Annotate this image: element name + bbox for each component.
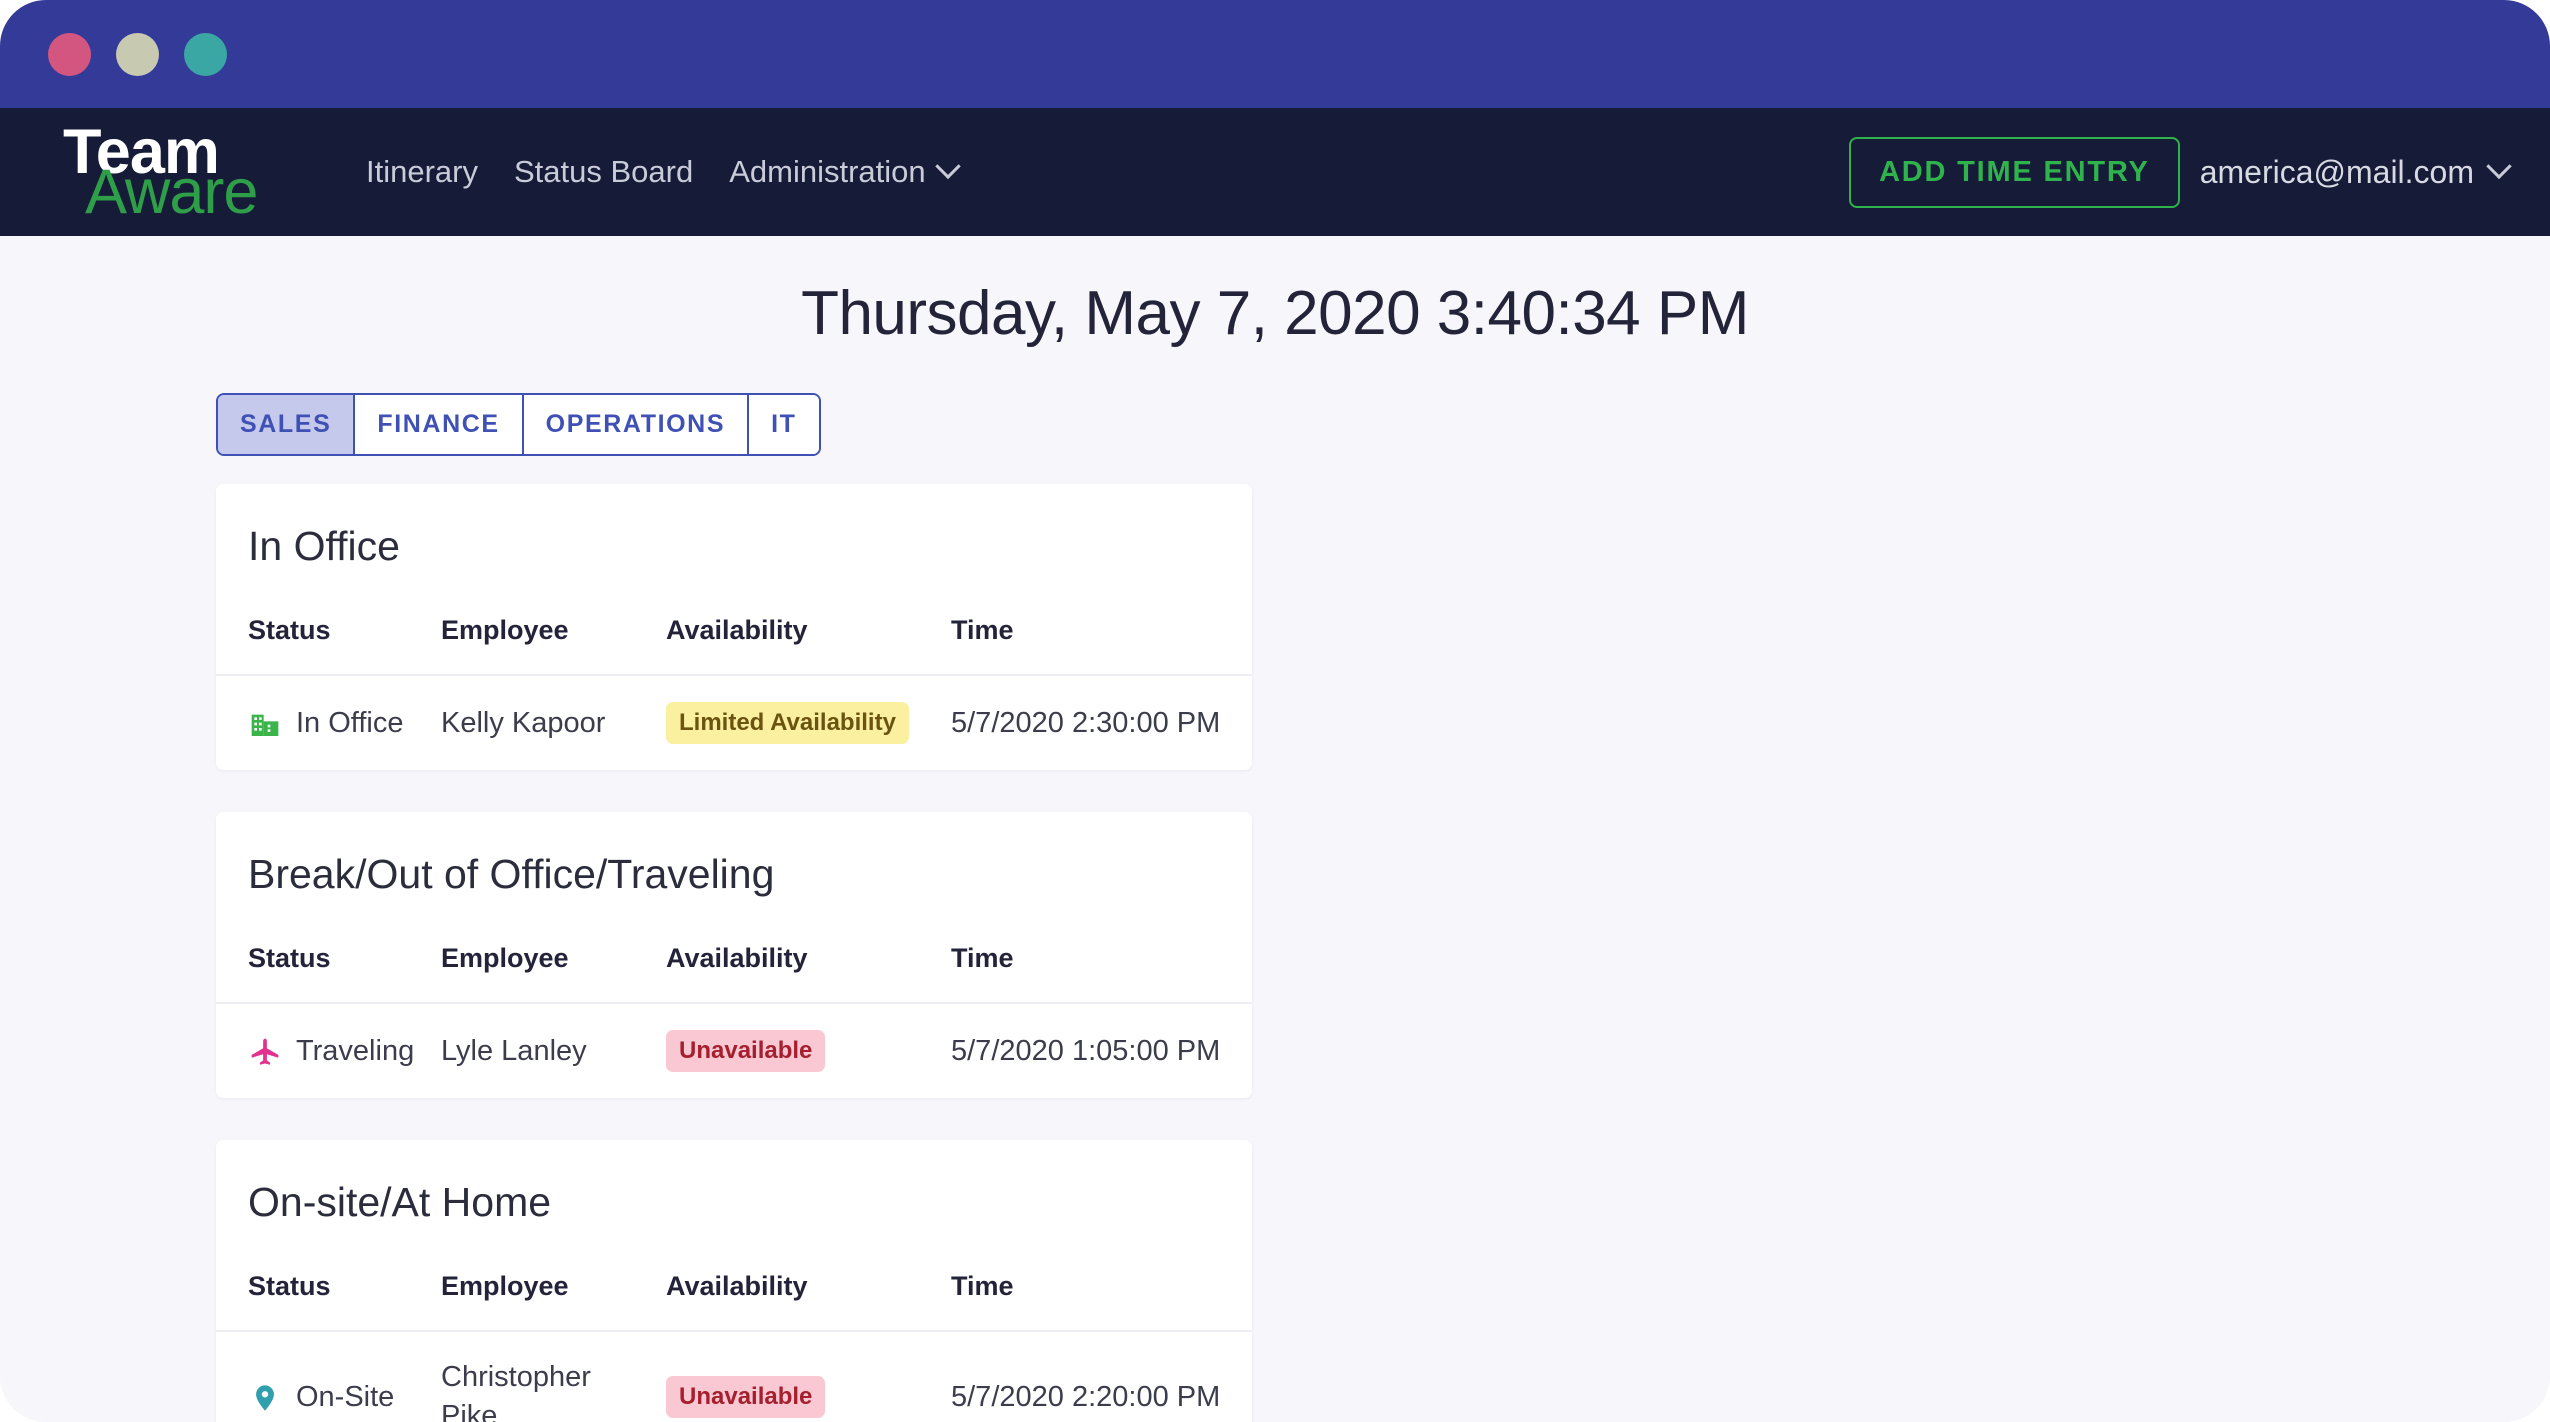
- column-header-status: Status: [216, 1253, 431, 1333]
- cell-status: On-Site: [216, 1331, 431, 1422]
- column-header-availability: Availability: [656, 925, 941, 1005]
- minimize-dot[interactable]: [116, 33, 159, 76]
- user-email-label: america@mail.com: [2199, 153, 2474, 190]
- card-title: In Office: [248, 523, 400, 569]
- column-header-status: Status: [216, 597, 431, 677]
- map-pin-icon: [248, 1381, 282, 1415]
- tab-it[interactable]: IT: [749, 395, 819, 454]
- nav-dropdown-administration[interactable]: Administration: [729, 153, 961, 190]
- browser-chrome-bar: [0, 0, 2550, 108]
- cell-employee: Lyle Lanley: [431, 1003, 656, 1098]
- nav-dropdown-label: Administration: [729, 154, 926, 189]
- table-row[interactable]: Traveling Lyle Lanley Unavailable 5/7/20…: [216, 1003, 1252, 1098]
- user-account-menu[interactable]: america@mail.com: [2199, 153, 2512, 191]
- table-header-row: Status Employee Availability Time: [216, 925, 1252, 1005]
- tab-operations[interactable]: OPERATIONS: [523, 395, 750, 454]
- status-badge: Limited Availability: [666, 702, 909, 745]
- column-header-employee: Employee: [431, 597, 656, 677]
- table-header-row: Status Employee Availability Time: [216, 597, 1252, 677]
- maximize-dot[interactable]: [184, 33, 227, 76]
- nav-links: Itinerary Status Board Administration: [366, 153, 961, 190]
- status-card: On-site/At Home Status Employee Availabi…: [216, 1140, 1252, 1422]
- table-header-row: Status Employee Availability Time: [216, 1253, 1252, 1333]
- status-badge: Unavailable: [666, 1030, 826, 1073]
- employee-name: Christopher Pike: [441, 1361, 591, 1422]
- column-header-time: Time: [941, 597, 1252, 677]
- employee-name: Lyle Lanley: [441, 1034, 587, 1067]
- status-label: In Office: [296, 706, 404, 739]
- status-label: Traveling: [296, 1034, 415, 1067]
- chevron-down-icon: [934, 153, 961, 180]
- window-controls: [48, 33, 227, 76]
- cell-availability: Unavailable: [656, 1331, 941, 1422]
- status-label: On-Site: [296, 1380, 395, 1413]
- status-card: Break/Out of Office/Traveling Status Emp…: [216, 812, 1252, 1099]
- column-header-time: Time: [941, 925, 1252, 1005]
- close-dot[interactable]: [48, 33, 91, 76]
- status-table: Status Employee Availability Time: [216, 925, 1252, 1098]
- tab-sales[interactable]: SALES: [218, 395, 356, 454]
- table-row[interactable]: On-Site Christopher Pike Unavailable 5/7…: [216, 1331, 1252, 1422]
- chevron-down-icon: [2486, 153, 2512, 180]
- nav-link-itinerary[interactable]: Itinerary: [366, 154, 478, 190]
- column-header-availability: Availability: [656, 597, 941, 677]
- cell-time: 5/7/2020 1:05:00 PM: [951, 1034, 1221, 1067]
- cell-availability: Unavailable: [656, 1003, 941, 1098]
- navbar-right-section: ADD TIME ENTRY america@mail.com: [1849, 136, 2512, 208]
- column-header-time: Time: [941, 1253, 1252, 1333]
- app-logo[interactable]: Team Aware: [63, 117, 298, 227]
- employee-name: Kelly Kapoor: [441, 706, 606, 739]
- cell-time: 5/7/2020 2:30:00 PM: [951, 706, 1221, 739]
- column-header-status: Status: [216, 925, 431, 1005]
- status-cards-list: In Office Status Employee Availability T…: [216, 484, 1252, 1422]
- cell-status: Traveling: [216, 1003, 431, 1098]
- page-content: Thursday, May 7, 2020 3:40:34 PM SALES F…: [0, 236, 2550, 1422]
- card-title: Break/Out of Office/Traveling: [248, 851, 775, 898]
- cell-availability: Limited Availability: [656, 675, 941, 770]
- cell-time: 5/7/2020 2:20:00 PM: [951, 1380, 1221, 1413]
- column-header-availability: Availability: [656, 1253, 941, 1333]
- cell-status: In Office: [216, 675, 431, 770]
- page-title: Thursday, May 7, 2020 3:40:34 PM: [801, 279, 1749, 348]
- status-table: Status Employee Availability Time: [216, 597, 1252, 770]
- tab-finance[interactable]: FINANCE: [355, 395, 524, 454]
- airplane-icon: [248, 1035, 282, 1069]
- main-navbar: Team Aware Itinerary Status Board Admini…: [0, 108, 2550, 236]
- column-header-employee: Employee: [431, 1253, 656, 1333]
- department-tab-group: SALES FINANCE OPERATIONS IT: [216, 393, 821, 456]
- add-time-entry-button[interactable]: ADD TIME ENTRY: [1849, 136, 2180, 208]
- logo-text-aware: Aware: [85, 157, 258, 227]
- status-badge: Unavailable: [666, 1376, 826, 1419]
- status-table: Status Employee Availability Time: [216, 1253, 1252, 1422]
- office-building-icon: [248, 707, 282, 741]
- status-card: In Office Status Employee Availability T…: [216, 484, 1252, 771]
- card-title: On-site/At Home: [248, 1179, 552, 1226]
- table-row[interactable]: In Office Kelly Kapoor Limited Availabil…: [216, 675, 1252, 770]
- browser-window: Team Aware Itinerary Status Board Admini…: [0, 0, 2550, 1422]
- cell-employee: Kelly Kapoor: [431, 675, 656, 770]
- nav-link-status-board[interactable]: Status Board: [514, 154, 693, 190]
- cell-employee: Christopher Pike: [431, 1331, 656, 1422]
- column-header-employee: Employee: [431, 925, 656, 1005]
